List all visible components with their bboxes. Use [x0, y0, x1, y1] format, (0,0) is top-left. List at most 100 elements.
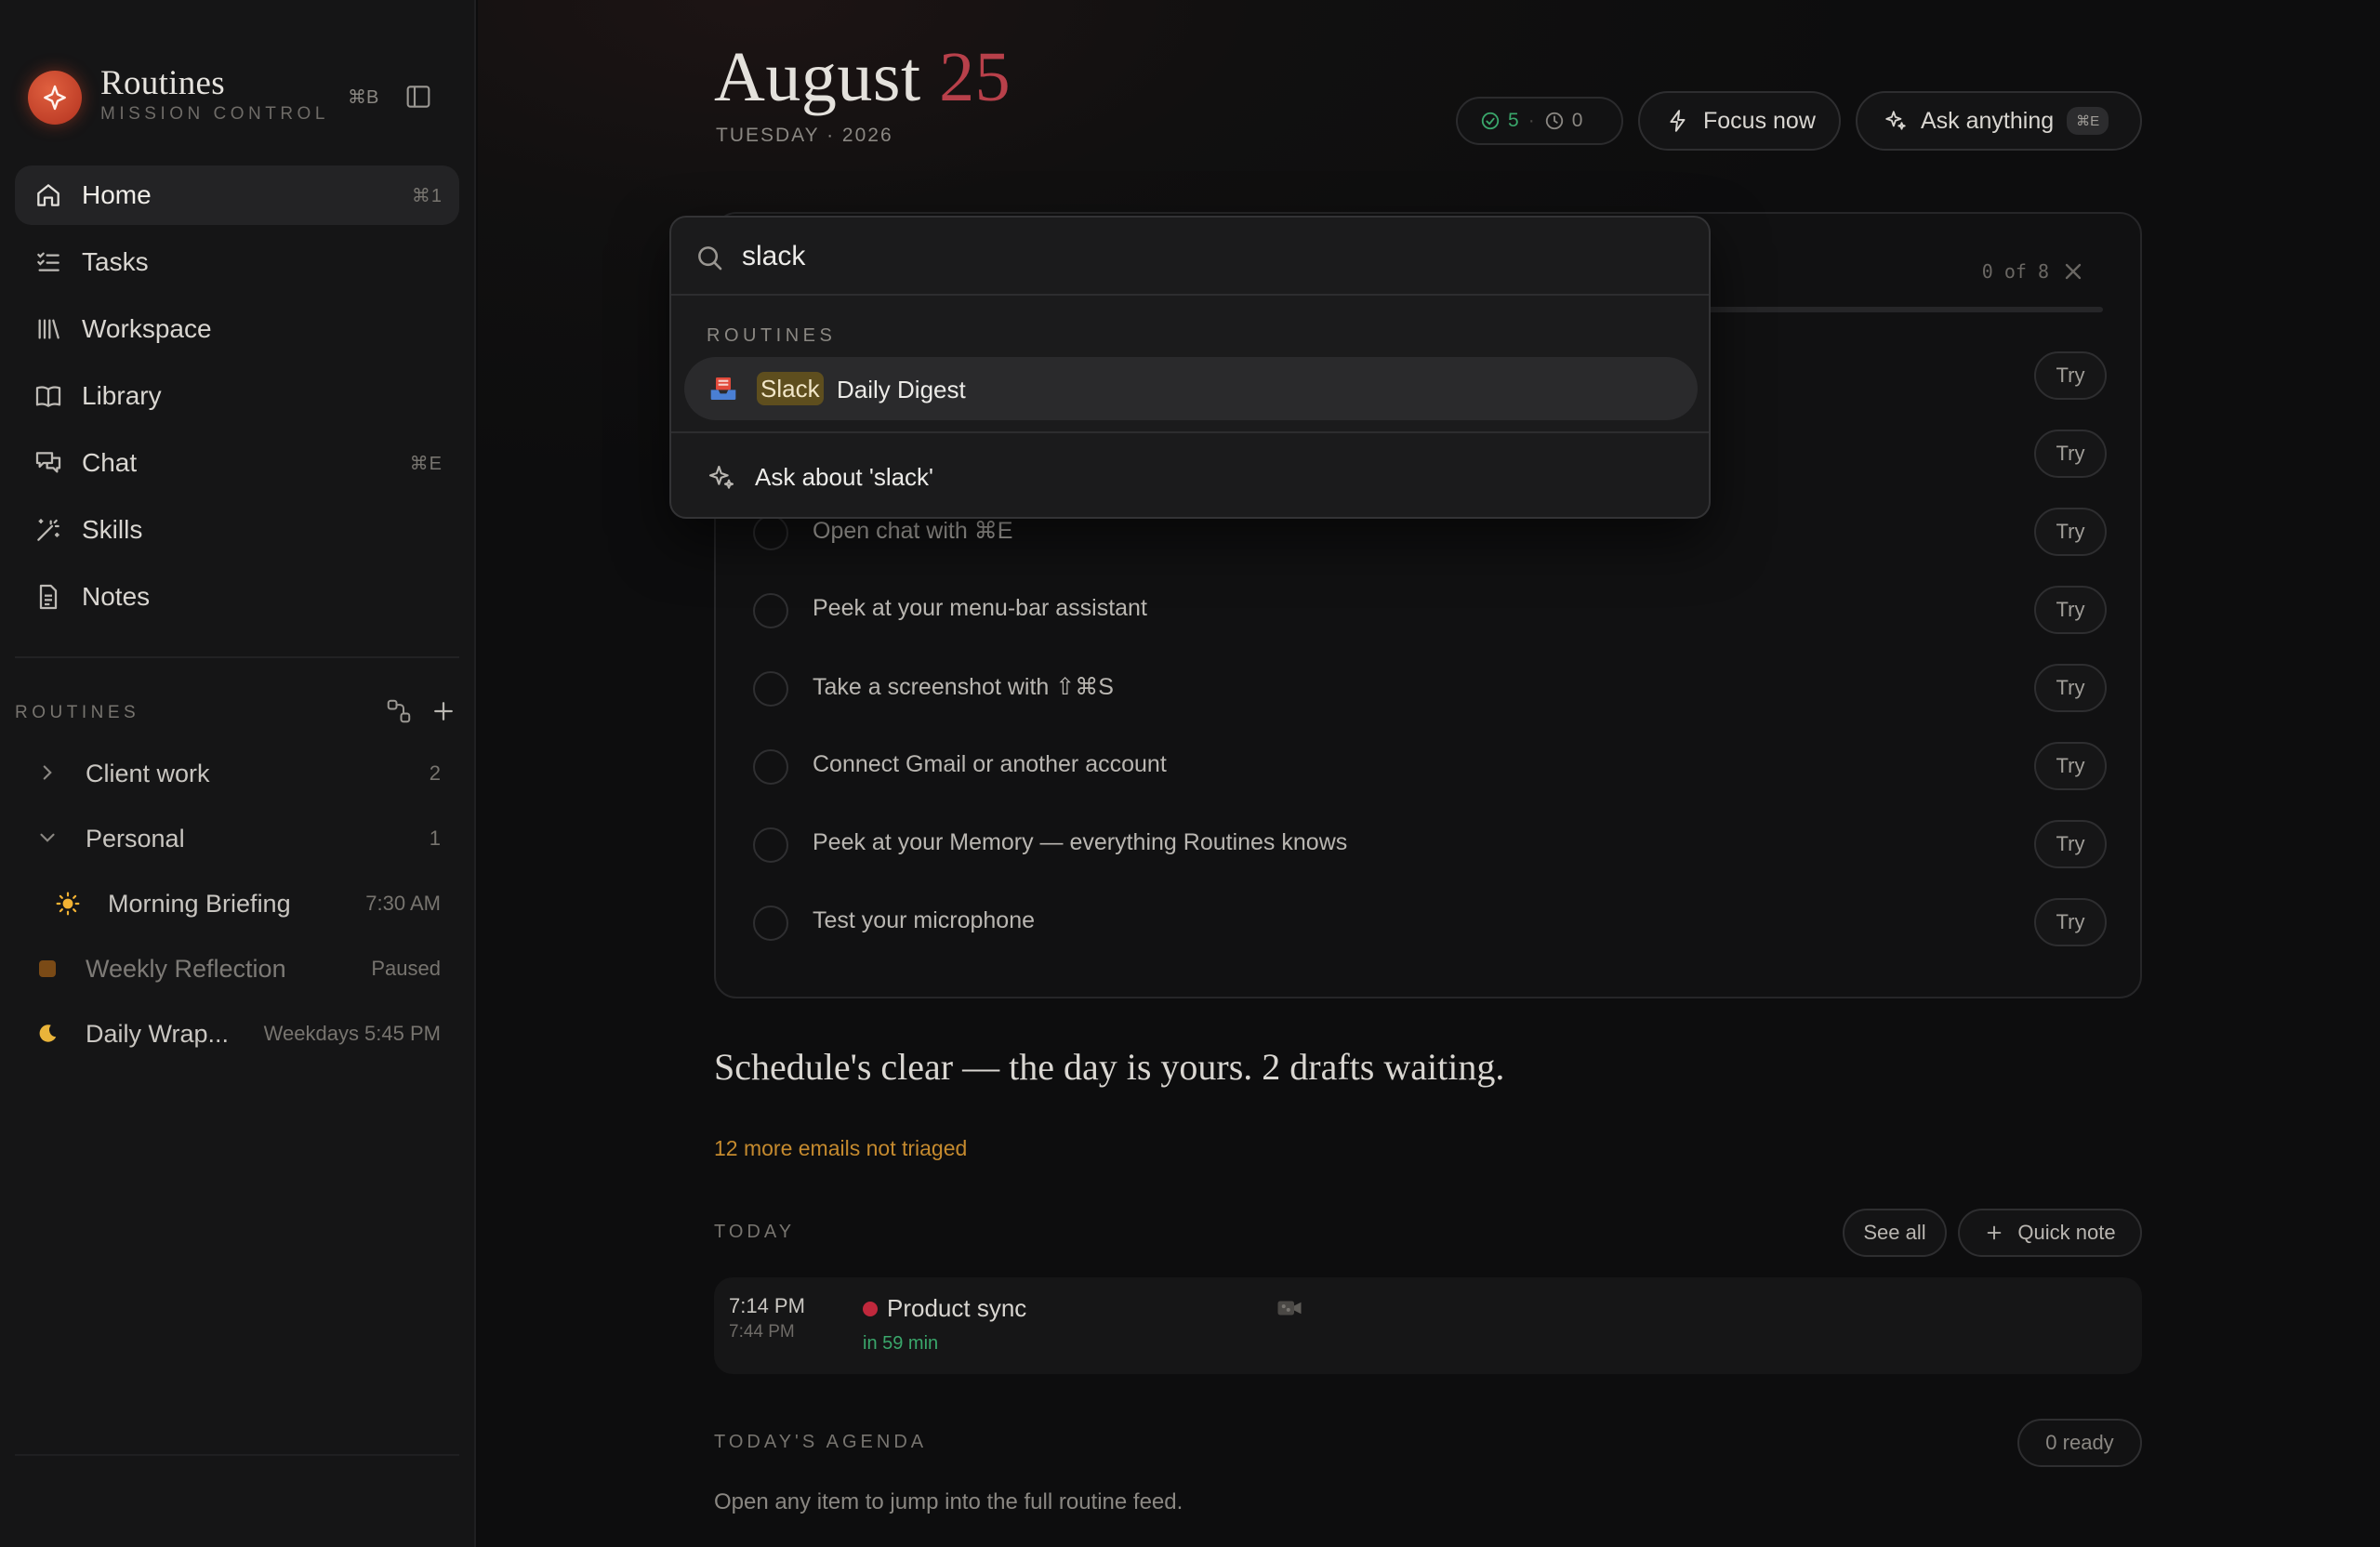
routines-header: ROUTINES: [15, 697, 459, 731]
sparkle-icon: [44, 85, 66, 111]
routine-group-client-work[interactable]: Client work 2: [15, 747, 459, 800]
ready-count-badge[interactable]: 0 ready: [2017, 1419, 2142, 1467]
sidebar: Routines MISSION CONTROL ⌘B Home ⌘1 Task…: [0, 0, 476, 1547]
task-label: Peek at your menu-bar assistant: [813, 595, 1147, 621]
ask-about-query-option[interactable]: Ask about 'slack': [707, 459, 1543, 496]
try-button[interactable]: Try: [2034, 898, 2107, 946]
done-count: 5: [1508, 110, 1519, 131]
book-icon: [32, 379, 65, 413]
routine-time: 7:30 AM: [365, 892, 441, 915]
try-button[interactable]: Try: [2034, 820, 2107, 868]
routine-group-count: 1: [429, 826, 441, 850]
nav-label: Skills: [82, 515, 143, 544]
status-pill[interactable]: 5 · 0: [1456, 97, 1623, 145]
search-result-slack-daily-digest[interactable]: Slack Daily Digest: [684, 357, 1698, 420]
close-card-button[interactable]: [2060, 258, 2086, 284]
chevron-right-icon: [35, 760, 60, 785]
search-icon: [694, 242, 725, 273]
home-icon: [32, 178, 65, 212]
ask-anything-label: Ask anything: [1921, 107, 2055, 134]
focus-now-button[interactable]: Focus now: [1638, 91, 1841, 151]
try-button[interactable]: Try: [2034, 664, 2107, 712]
nav-item-notes[interactable]: Notes: [15, 567, 459, 627]
date-subtitle: TUESDAY · 2026: [716, 125, 893, 146]
main-nav: Home ⌘1 Tasks Workspace Library Chat ⌘E: [15, 165, 459, 634]
chevron-down-icon: [35, 826, 60, 850]
nav-label: Workspace: [82, 314, 212, 343]
task-checkbox[interactable]: [753, 671, 788, 707]
agenda-section-label: TODAY'S AGENDA: [714, 1432, 928, 1452]
quick-note-label: Quick note: [2017, 1221, 2116, 1244]
routine-item-weekly-reflection[interactable]: Weekly Reflection Paused: [15, 943, 459, 995]
flow-icon: [387, 699, 411, 723]
try-button[interactable]: Try: [2034, 351, 2107, 400]
routine-name: Weekly Reflection: [86, 954, 286, 983]
try-button[interactable]: Try: [2034, 508, 2107, 556]
checklist-item: Test your microphone Try: [753, 892, 2107, 952]
checklist-item: Peek at your Memory — everything Routine…: [753, 814, 2107, 874]
search-match-highlight: Slack: [757, 372, 824, 405]
untriaged-emails-link[interactable]: 12 more emails not triaged: [714, 1136, 967, 1161]
routine-group-count: 2: [429, 761, 441, 785]
nav-item-tasks[interactable]: Tasks: [15, 232, 459, 292]
routine-time: Weekdays 5:45 PM: [263, 1022, 441, 1045]
document-icon: [32, 580, 65, 614]
checklist-counter: 0 of 8: [1981, 260, 2049, 283]
add-routine-button[interactable]: [430, 697, 457, 725]
day-summary-headline: Schedule's clear — the day is yours. 2 d…: [714, 1046, 1505, 1088]
event-end-time: 7:44 PM: [729, 1322, 795, 1342]
plus-icon: [1988, 1225, 2002, 1240]
task-list-icon: [32, 245, 65, 279]
routine-item-morning-briefing[interactable]: Morning Briefing 7:30 AM: [15, 878, 459, 930]
routine-name: Daily Wrap...: [86, 1019, 230, 1048]
video-call-icon: [1276, 1294, 1303, 1322]
plus-icon: [434, 702, 453, 721]
nav-item-chat[interactable]: Chat ⌘E: [15, 433, 459, 493]
pending-count: 0: [1571, 110, 1583, 131]
nav-label: Library: [82, 381, 162, 410]
routine-status: Paused: [371, 957, 441, 980]
task-checkbox[interactable]: [753, 515, 788, 550]
date-day: 25: [939, 38, 1012, 116]
ask-shortcut: ⌘E: [2067, 107, 2109, 135]
event-countdown: in 59 min: [863, 1333, 939, 1354]
see-all-button[interactable]: See all: [1843, 1209, 1947, 1257]
palette-divider: [671, 431, 1709, 433]
routine-group-personal[interactable]: Personal 1: [15, 813, 459, 865]
toggle-sidebar-button[interactable]: [403, 82, 433, 112]
sun-icon: [56, 892, 80, 916]
checklist-item: Peek at your menu-bar assistant Try: [753, 580, 2107, 640]
brand: Routines MISSION CONTROL ⌘B: [28, 63, 448, 128]
ask-about-label: Ask about 'slack': [755, 463, 934, 491]
nav-label: Notes: [82, 582, 151, 611]
try-button[interactable]: Try: [2034, 430, 2107, 478]
nav-item-library[interactable]: Library: [15, 366, 459, 426]
close-icon: [2065, 263, 2082, 280]
page-title: August 25: [714, 37, 1011, 118]
sparkle-icon: [707, 463, 736, 493]
sidebar-bottom-divider: [15, 1454, 459, 1456]
chat-bubbles-icon: [32, 446, 65, 480]
results-section-label: ROUTINES: [707, 325, 837, 346]
search-input[interactable]: [742, 234, 1653, 279]
checklist-item: Connect Gmail or another account Try: [753, 736, 2107, 796]
try-button[interactable]: Try: [2034, 586, 2107, 634]
routine-item-daily-wrap[interactable]: Daily Wrap... Weekdays 5:45 PM: [15, 1008, 459, 1060]
nav-item-workspace[interactable]: Workspace: [15, 299, 459, 359]
task-checkbox[interactable]: [753, 827, 788, 863]
routines-title: ROUTINES: [15, 703, 140, 722]
try-button[interactable]: Try: [2034, 742, 2107, 790]
event-start-time: 7:14 PM: [729, 1294, 805, 1317]
task-checkbox[interactable]: [753, 593, 788, 628]
nav-item-skills[interactable]: Skills: [15, 500, 459, 560]
link-routines-button[interactable]: [385, 697, 413, 725]
focus-now-label: Focus now: [1703, 107, 1816, 134]
quick-note-button[interactable]: Quick note: [1958, 1209, 2142, 1257]
calendar-event[interactable]: 7:14 PM 7:44 PM Product sync in 59 min: [714, 1277, 2142, 1374]
task-checkbox[interactable]: [753, 906, 788, 941]
paused-square-icon: [35, 957, 60, 981]
routine-group-name: Client work: [86, 759, 210, 787]
nav-item-home[interactable]: Home ⌘1: [15, 165, 459, 225]
task-checkbox[interactable]: [753, 749, 788, 785]
ask-anything-button[interactable]: Ask anything ⌘E: [1856, 91, 2142, 151]
